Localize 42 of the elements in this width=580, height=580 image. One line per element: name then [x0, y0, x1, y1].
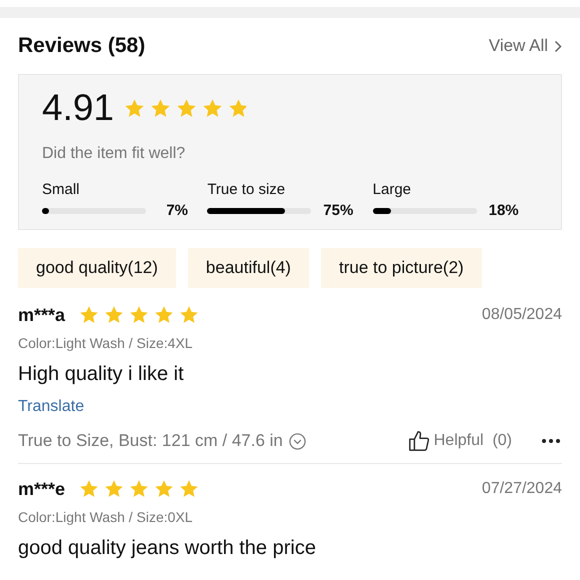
- star-icon: [129, 305, 150, 325]
- review-tag[interactable]: beautiful(4): [188, 248, 309, 288]
- star-icon: [150, 98, 172, 118]
- star-icon: [129, 479, 150, 499]
- fit-label: Small: [42, 181, 81, 198]
- star-icon: [179, 305, 200, 325]
- star-icon: [104, 479, 124, 499]
- star-icon: [79, 479, 100, 499]
- star-icon: [79, 305, 100, 325]
- star-icon: [104, 305, 124, 325]
- review-tag[interactable]: true to picture(2): [320, 248, 482, 288]
- reviewer-name: m***a: [18, 304, 66, 326]
- fit-label: True to size: [207, 181, 286, 198]
- fit-percentage: 75%: [322, 202, 354, 219]
- average-rating: 4.91: [42, 87, 114, 129]
- expand-icon[interactable]: [288, 432, 306, 450]
- helpful-button[interactable]: Helpful (0): [408, 430, 512, 452]
- chevron-right-icon: [554, 40, 562, 52]
- star-icon: [154, 305, 174, 325]
- review-text: good quality jeans worth the price: [18, 537, 317, 560]
- review-date: 08/05/2024: [482, 306, 562, 324]
- fit-label: Large: [372, 181, 412, 198]
- review-text: High quality i like it: [18, 363, 185, 386]
- star-icon: [228, 98, 250, 118]
- review-date: 07/27/2024: [482, 480, 562, 498]
- star-icon: [202, 98, 224, 118]
- star-icon: [176, 98, 198, 118]
- reviewer-name: m***e: [18, 478, 66, 500]
- view-all-link[interactable]: View All: [488, 36, 562, 56]
- star-icon: [154, 479, 174, 499]
- fit-info: True to Size, Bust: 121 cm / 47.6 in: [18, 431, 283, 451]
- star-icon: [179, 479, 200, 499]
- fit-question: Did the item fit well?: [42, 145, 186, 163]
- product-variant: Color:Light Wash / Size:0XL: [18, 509, 194, 525]
- fit-percentage: 7%: [165, 202, 188, 219]
- review-tag[interactable]: good quality(12): [18, 248, 176, 288]
- product-variant: Color:Light Wash / Size:4XL: [18, 335, 194, 351]
- section-title: Reviews (58): [18, 34, 146, 58]
- fit-percentage: 18%: [488, 202, 519, 219]
- thumbs-up-icon: [408, 430, 430, 452]
- translate-link[interactable]: Translate: [18, 398, 84, 416]
- star-icon: [124, 98, 146, 118]
